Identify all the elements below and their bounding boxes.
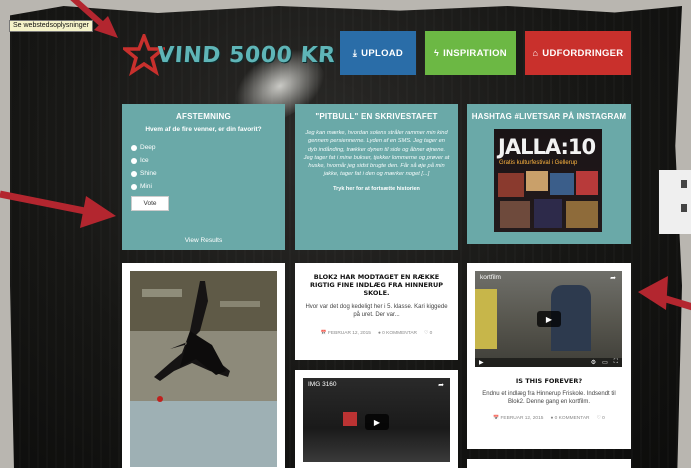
poll-option-deep[interactable]: Deep [131,141,285,154]
post-date: 📅 FEBRUAR 12, 2015 [320,331,371,336]
annotation-arrow-video [638,276,691,311]
side-widget-mark [681,204,687,212]
settings-icon[interactable]: ⚙ [591,359,596,366]
poll-option-ice[interactable]: Ice [131,154,285,167]
home-icon: ⌂ [532,48,539,58]
photo-tile [576,171,598,195]
instagram-title: HASHTAG #LIVETSAR PÅ INSTAGRAM [471,112,627,121]
painting-post[interactable] [122,263,285,468]
photo-tile [534,199,562,228]
share-icon[interactable]: ➦ [438,381,444,389]
photo-tile [566,201,598,228]
story-title: "PITBULL" EN SKRIVESTAFET [315,112,438,121]
upload-button[interactable]: ⤓ UPLOAD [340,31,416,75]
video-player[interactable]: IMG 3160 ➦ ▶ [303,378,450,462]
annotation-arrow-poll [0,190,116,228]
play-icon[interactable]: ▶ [537,311,561,327]
continue-story-link[interactable]: Tryk her for at fortsætte historien [295,186,458,192]
post-title[interactable]: IS THIS FOREVER? [467,377,631,385]
radio-button[interactable] [131,170,137,177]
inspiration-button[interactable]: ϟ INSPIRATION [425,31,516,75]
vote-button[interactable]: Vote [131,196,169,211]
view-results-link[interactable]: View Results [122,237,285,244]
photo-tile [526,171,548,191]
poll-question: Hvem af de fire venner, er din favorit? [145,126,262,133]
photo-tile [500,201,530,228]
side-widget-mark [681,180,687,188]
post-meta: 📅 FEBRUAR 12, 2015 ● 0 KOMMENTAR ♡ 0 [295,331,458,336]
share-icon[interactable]: ➦ [610,274,616,282]
post-meta: 📅 FEBRUAR 12, 2015 ● 0 KOMMENTAR ♡ 0 [467,416,631,421]
radio-button[interactable] [131,144,137,151]
radio-button[interactable] [131,157,137,164]
video-still-person [475,289,497,349]
udfordringer-label: UDFORDRINGER [542,47,624,59]
site-logo[interactable]: VIND 5000 KR [123,34,337,76]
next-post-card[interactable] [467,459,631,468]
post-likes[interactable]: ♡ 0 [597,416,605,421]
poll-option-mini[interactable]: Mini [131,180,285,193]
photo-tile [550,173,574,195]
download-icon: ⤓ [352,47,358,58]
post-title[interactable]: BLOK2 HAR MODTAGET EN RÆKKE RIGTIG FINE … [295,273,458,297]
instagram-image-subtext: Gratis kulturfestival i Gellerup [499,160,578,166]
post-comments[interactable]: ● 0 KOMMENTAR [378,331,417,336]
inspiration-label: INSPIRATION [443,47,507,59]
poll-options: Deep Ice Shine Mini [131,141,285,193]
story-excerpt: Jeg kan mærke, hvordan solens stråler ra… [303,130,450,178]
radio-button[interactable] [131,183,137,190]
video-title: kortfilm [480,274,501,281]
instagram-image[interactable]: JALLA:10 Gratis kulturfestival i Gelleru… [494,129,602,232]
fullscreen-icon[interactable]: ⛶ [614,359,618,366]
instagram-image-text: JALLA:10 [498,135,596,159]
annotation-arrow-logo [70,0,118,38]
post-likes[interactable]: ♡ 0 [424,331,432,336]
post-excerpt: Hvor var det dog kedeligt her i 5. klass… [305,304,448,318]
video-title: IMG 3160 [308,381,337,388]
video-controls[interactable]: ▶ ⚙ ▭ ⛶ [475,358,622,367]
painting-image [130,271,277,467]
udfordringer-button[interactable]: ⌂ UDFORDRINGER [525,31,631,75]
post-comments[interactable]: ● 0 KOMMENTAR [550,416,589,421]
poll-option-shine[interactable]: Shine [131,167,285,180]
video-still-object [343,412,357,426]
bolt-icon: ϟ [434,48,440,58]
upload-label: UPLOAD [361,47,404,59]
side-widget [659,170,691,234]
instagram-widget: HASHTAG #LIVETSAR PÅ INSTAGRAM JALLA:10 … [467,104,631,244]
play-icon[interactable]: ▶ [365,414,389,430]
story-widget: "PITBULL" EN SKRIVESTAFET Jeg kan mærke,… [295,104,458,250]
poll-title: AFSTEMNING [176,112,231,121]
painting-artwork [130,271,277,467]
video-player[interactable]: kortfilm ➦ ▶ ▶ ⚙ ▭ ⛶ [475,271,622,367]
logo-text: VIND 5000 KR [156,42,337,68]
blok-post[interactable]: BLOK2 HAR MODTAGET EN RÆKKE RIGTIG FINE … [295,263,458,360]
poll-widget: AFSTEMNING Hvem af de fire venner, er di… [122,104,285,250]
kortfilm-post[interactable]: kortfilm ➦ ▶ ▶ ⚙ ▭ ⛶ IS THIS FOREVER? En… [467,263,631,449]
post-excerpt: Endnu et indlæg fra Hinnerup Friskole. I… [482,391,616,405]
post-date: 📅 FEBRUAR 12, 2015 [493,416,544,421]
photo-tile [498,173,524,197]
youtube-icon[interactable]: ▭ [602,359,608,366]
video-post[interactable]: IMG 3160 ➦ ▶ [295,370,458,468]
play-small-icon[interactable]: ▶ [479,359,484,366]
